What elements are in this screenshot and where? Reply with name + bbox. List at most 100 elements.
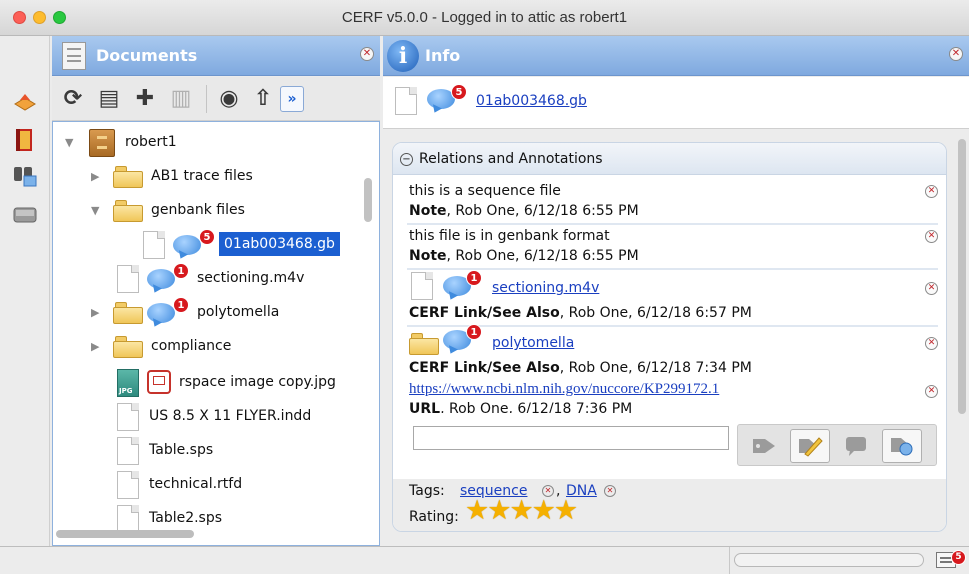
cabinet-icon — [89, 129, 115, 157]
delete-annotation-icon[interactable]: ✕ — [925, 385, 938, 398]
tree-label: polytomella — [197, 304, 280, 320]
tree-row-sectioning-m4v[interactable]: 1 sectioning.m4v — [53, 262, 379, 296]
rating-star-icon[interactable]: ★ — [487, 495, 511, 526]
expanded-arrow-icon[interactable]: ▼ — [65, 136, 73, 149]
close-info-panel-icon[interactable]: ✕ — [949, 47, 963, 61]
section-title: Relations and Annotations — [419, 151, 603, 167]
delete-annotation-icon[interactable]: ✕ — [925, 282, 938, 295]
annotation-text: this is a sequence file — [409, 183, 561, 199]
tree-row-technical-rtfd[interactable]: technical.rtfd — [53, 468, 379, 502]
more-button[interactable]: » — [280, 86, 304, 112]
annotation-count-badge: 1 — [466, 324, 482, 340]
chevron-down-icon: » — [287, 91, 297, 107]
comment-bubble-icon — [147, 303, 175, 323]
drawer-icon: ▥ — [170, 85, 192, 111]
drawer-button[interactable]: ▥ — [166, 83, 196, 113]
info-panel-header: i Info ✕ — [383, 36, 969, 76]
info-panel-title: Info — [425, 46, 461, 65]
tree-label: compliance — [151, 338, 232, 354]
annotation-author-date: , Rob One, 6/12/18 6:55 PM — [446, 203, 639, 219]
folder-icon — [113, 166, 143, 188]
tree-row-robert1[interactable]: ▼ robert1 — [53, 126, 379, 160]
tree-label: genbank files — [151, 202, 245, 218]
add-note-button[interactable] — [836, 429, 876, 463]
annotation-button-group — [737, 424, 937, 466]
new-folder-button[interactable]: ▤ — [94, 83, 124, 113]
tree-row-table-sps[interactable]: Table.sps — [53, 434, 379, 468]
status-bar: 5 — [0, 546, 969, 574]
left-tool-strip — [0, 36, 50, 546]
tree-label: sectioning.m4v — [197, 270, 305, 286]
view-icon: ◉ — [219, 85, 239, 111]
tree-row-01ab003468-gb[interactable]: 5 01ab003468.gb — [53, 228, 379, 262]
comment-bubble-icon — [173, 235, 201, 255]
collapse-icon[interactable]: − — [400, 153, 413, 166]
upload-tray-icon[interactable] — [12, 90, 38, 114]
tree-row-genbank-files[interactable]: ▼ genbank files — [53, 194, 379, 228]
delete-annotation-icon[interactable]: ✕ — [925, 337, 938, 350]
tree-row-polytomella[interactable]: ▶ 1 polytomella — [53, 296, 379, 330]
add-tag-button[interactable] — [744, 429, 784, 463]
delete-annotation-icon[interactable]: ✕ — [925, 185, 938, 198]
refresh-button[interactable]: ⟳ — [58, 83, 88, 113]
annotation-divider — [407, 223, 938, 225]
upload-button[interactable]: ⇧ — [248, 83, 278, 113]
related-document-link[interactable]: sectioning.m4v — [492, 280, 599, 296]
tree-row-ab1-trace-files[interactable]: ▶ AB1 trace files — [53, 160, 379, 194]
documents-panel-title: Documents — [96, 46, 198, 65]
drive-icon[interactable] — [12, 202, 38, 226]
delete-annotation-icon[interactable]: ✕ — [925, 230, 938, 243]
tree-row-rspace-image[interactable]: JPG rspace image copy.jpg — [53, 366, 379, 400]
documents-panel-header: Documents ✕ — [52, 36, 380, 76]
rating-star-icon[interactable]: ★ — [509, 495, 533, 526]
document-tree[interactable]: ▼ robert1 ▶ AB1 trace files ▼ genbank fi… — [52, 121, 380, 546]
annotation-count-badge: 5 — [199, 229, 215, 245]
refresh-icon: ⟳ — [63, 85, 83, 111]
annotation-kind: URL — [409, 401, 441, 413]
relations-annotations-header[interactable]: − Relations and Annotations — [393, 143, 946, 175]
related-folder-link[interactable]: polytomella — [492, 335, 574, 351]
rating-star-icon[interactable]: ★ — [532, 495, 556, 526]
tree-horizontal-scrollbar[interactable] — [56, 530, 194, 538]
tree-row-compliance[interactable]: ▶ compliance — [53, 330, 379, 364]
comment-bubble-icon — [147, 269, 175, 289]
rating-stars[interactable]: ★★★★★ — [465, 495, 578, 526]
expanded-arrow-icon[interactable]: ▼ — [91, 204, 99, 217]
tree-label: AB1 trace files — [151, 168, 253, 184]
view-button[interactable]: ◉ — [214, 83, 244, 113]
annotation-divider — [407, 268, 938, 270]
folder-icon — [409, 333, 439, 355]
binoculars-icon[interactable] — [12, 164, 38, 188]
annotation-count-badge: 1 — [466, 270, 482, 286]
new-annotation-input[interactable] — [413, 426, 729, 450]
info-document-row: 5 01ab003468.gb — [383, 77, 969, 129]
rating-star-icon[interactable]: ★ — [465, 495, 489, 526]
annotation-text: this file is in genbank format — [409, 228, 610, 244]
annotation-meta: Note, Rob One, 6/12/18 6:55 PM — [409, 248, 639, 264]
tree-vertical-scrollbar[interactable] — [364, 178, 372, 222]
add-button[interactable]: ✚ — [130, 83, 160, 113]
collapsed-arrow-icon[interactable]: ▶ — [91, 170, 99, 183]
notification-count-badge: 5 — [951, 550, 966, 565]
annotation-author-date: , Rob One, 6/12/18 6:55 PM — [446, 248, 639, 264]
annotation-meta: Note, Rob One, 6/12/18 6:55 PM — [409, 203, 639, 219]
edit-tag-button[interactable] — [790, 429, 830, 463]
collapsed-arrow-icon[interactable]: ▶ — [91, 340, 99, 353]
annotation-url-link[interactable]: https://www.ncbi.nlm.nih.gov/nuccore/KP2… — [409, 381, 719, 398]
relations-annotations-panel: − Relations and Annotations this is a se… — [392, 142, 947, 532]
book-icon[interactable] — [12, 128, 38, 152]
title-bar: CERF v5.0.0 - Logged in to attic as robe… — [0, 0, 969, 36]
annotation-kind: CERF Link/See Also — [409, 305, 560, 321]
document-name-link[interactable]: 01ab003468.gb — [476, 93, 587, 109]
tree-label: technical.rtfd — [149, 476, 243, 492]
file-icon — [117, 403, 139, 431]
rating-star-icon[interactable]: ★ — [554, 495, 578, 526]
info-vertical-scrollbar[interactable] — [958, 139, 966, 414]
collapsed-arrow-icon[interactable]: ▶ — [91, 306, 99, 319]
annotation-kind: Note — [409, 248, 447, 264]
tree-row-us-flyer[interactable]: US 8.5 X 11 FLYER.indd — [53, 400, 379, 434]
remove-tag-icon[interactable]: ✕ — [604, 485, 616, 497]
tree-label: Table2.sps — [149, 510, 223, 526]
tag-search-button[interactable] — [882, 429, 922, 463]
close-documents-panel-icon[interactable]: ✕ — [360, 47, 374, 61]
